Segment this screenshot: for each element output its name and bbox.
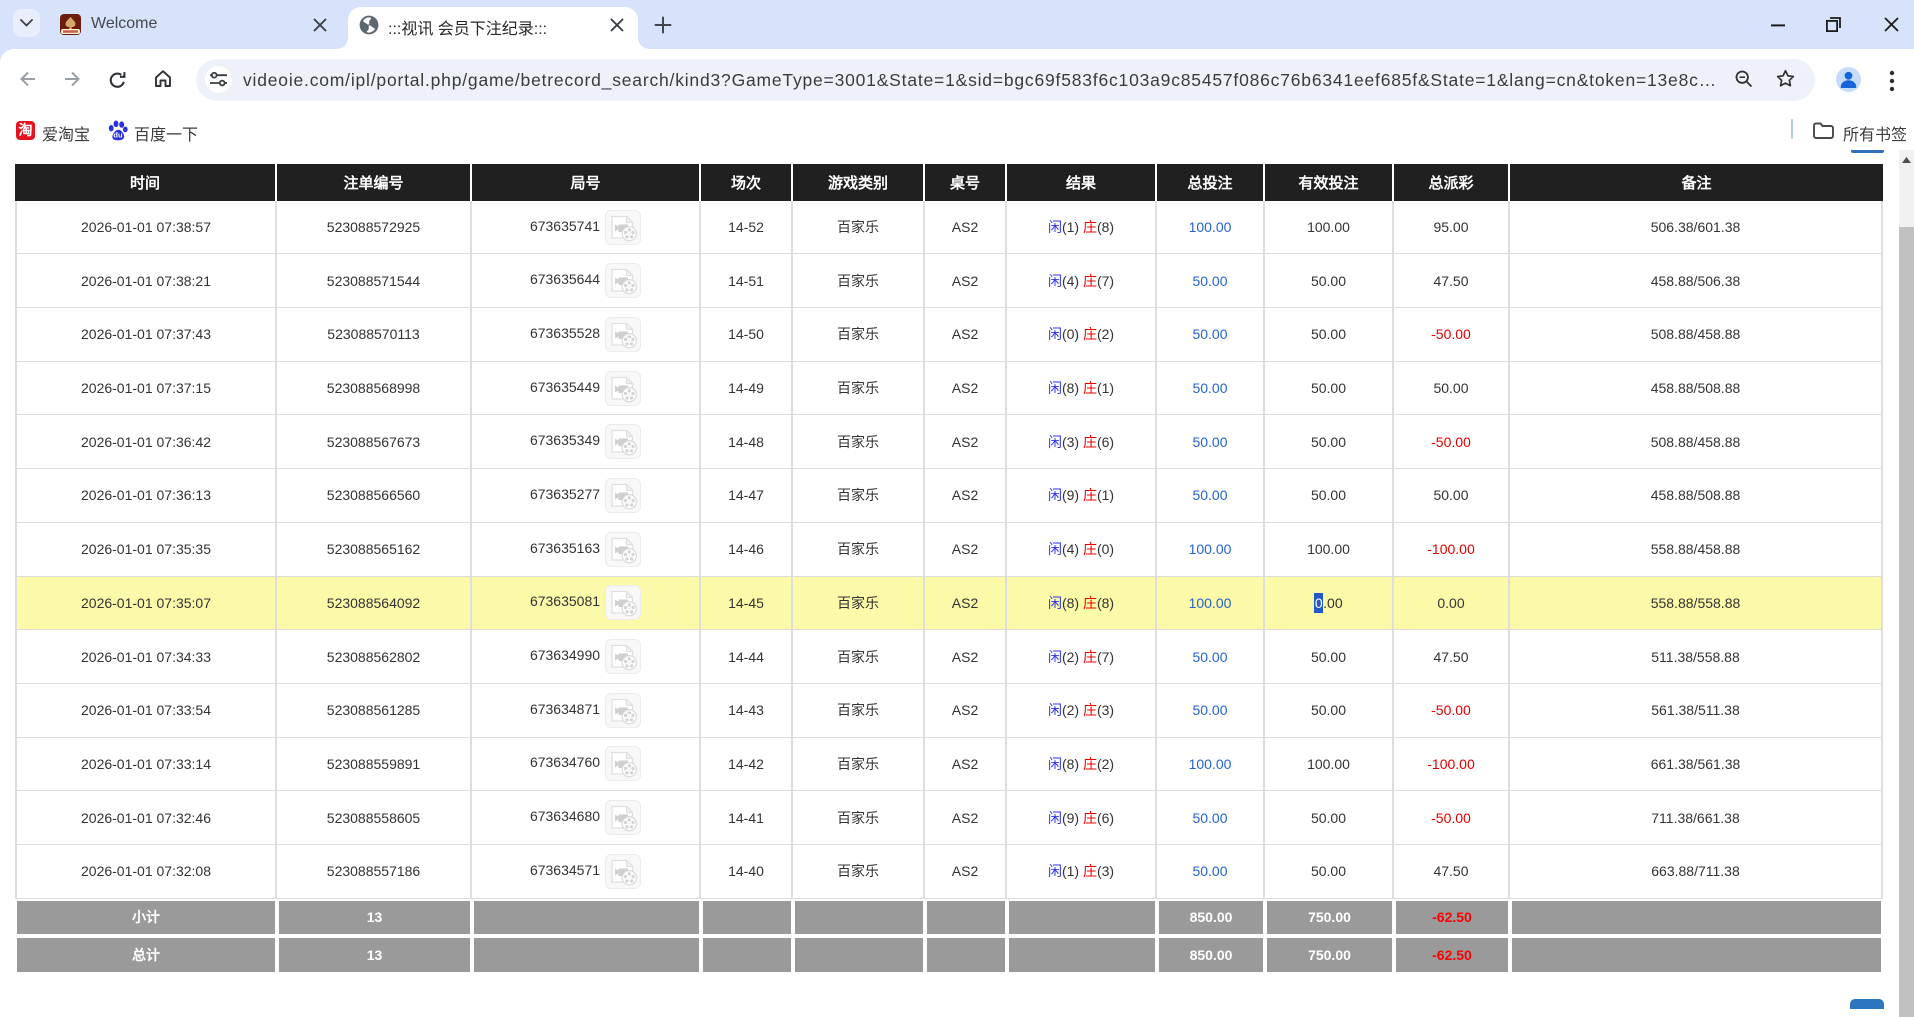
svg-text:du: du [113,131,123,140]
